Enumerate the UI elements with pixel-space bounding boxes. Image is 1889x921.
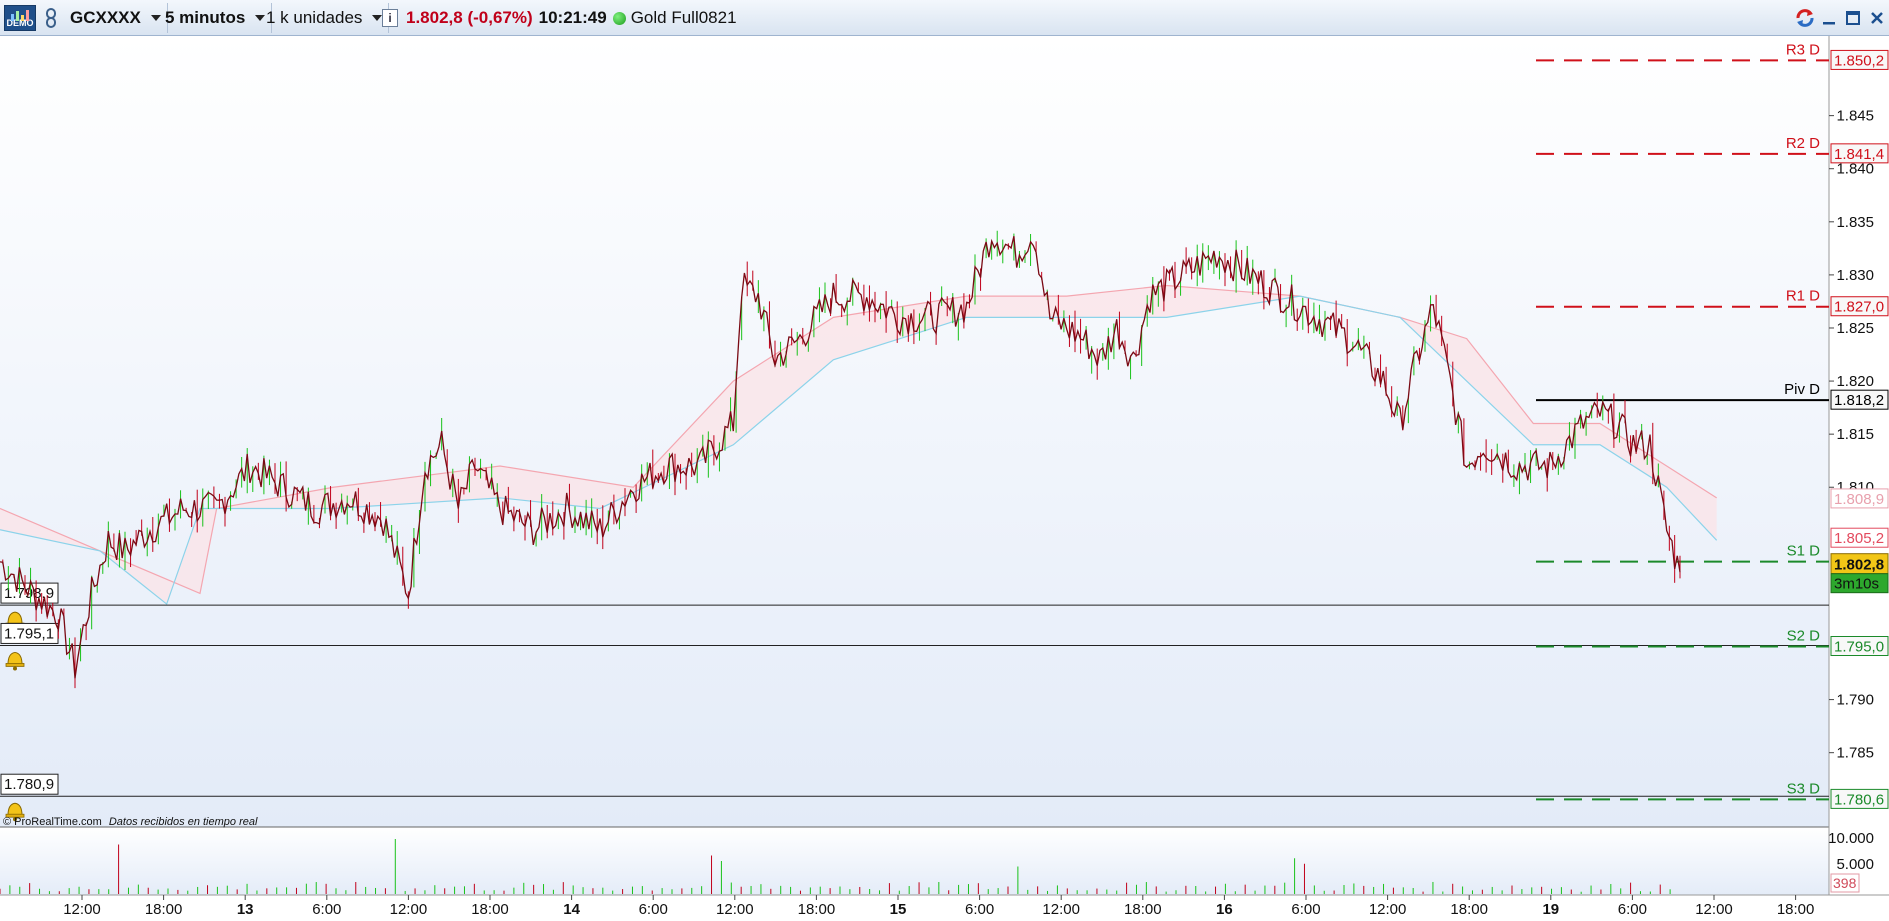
realtime-note: Datos recibidos en tiempo real xyxy=(109,816,258,828)
time-tick-label: 6:00 xyxy=(639,901,668,918)
timeframe-label: 5 minutos xyxy=(165,8,246,27)
time-tick-label: 12:00 xyxy=(1695,901,1733,918)
price-tick-label: 1.820 xyxy=(1836,373,1874,390)
pivot-tag: 1.818,2 xyxy=(1834,392,1884,409)
current-price-label: 1.802,8 xyxy=(1834,557,1884,574)
volume-tick-label: 5.000 xyxy=(1836,856,1874,873)
time-tick-label: 18:00 xyxy=(1777,901,1815,918)
pivot-label: S1 D xyxy=(1787,543,1821,560)
symbol-selector[interactable]: GCXXXX xyxy=(64,3,168,33)
realtime-status-icon xyxy=(612,11,626,25)
units-label: 1 k unidades xyxy=(266,8,363,27)
time-tick-label: 12:00 xyxy=(63,901,101,918)
pivot-label: S2 D xyxy=(1787,628,1821,645)
chart-toolbar: DEMO GCXXXX 5 minutos 1 k unidades i 1.8… xyxy=(0,0,1889,36)
price-tick-label: 1.835 xyxy=(1836,214,1874,231)
link-icon[interactable] xyxy=(44,8,58,28)
quote-time: 10:21:49 xyxy=(538,8,607,27)
volume-tick-label: 10.000 xyxy=(1828,830,1874,847)
pivot-tag: 1.795,0 xyxy=(1834,639,1884,656)
time-tick-label: 6:00 xyxy=(1618,901,1647,918)
info-icon[interactable]: i xyxy=(382,9,398,27)
timeframe-selector[interactable]: 5 minutos xyxy=(159,3,273,33)
window-controls xyxy=(1793,4,1889,32)
bar-chart-icon xyxy=(11,10,29,21)
time-tick-label: 18:00 xyxy=(1124,901,1162,918)
time-tick-label: 18:00 xyxy=(471,901,509,918)
price-tick-label: 1.845 xyxy=(1836,108,1874,125)
copyright-label: © ProRealTime.com xyxy=(3,816,102,828)
time-tick-label: 12:00 xyxy=(1369,901,1407,918)
price-tick-label: 1.825 xyxy=(1836,320,1874,337)
price-tick-label: 1.815 xyxy=(1836,426,1874,443)
chart-area[interactable]: 1.798,9 1.795,1 1.780,9 R3 D 1.850,2 R2 D 1.8… xyxy=(0,36,1889,921)
alert-label: 1.780,9 xyxy=(4,776,54,793)
price-tick-label: 1.840 xyxy=(1836,161,1874,178)
time-tick-label: 6:00 xyxy=(1291,901,1320,918)
time-tick-label: 14 xyxy=(563,901,580,918)
price-tick-label: 1.830 xyxy=(1836,267,1874,284)
volume-background xyxy=(0,827,1829,895)
pivot-label: R1 D xyxy=(1786,288,1820,305)
close-icon[interactable] xyxy=(1865,6,1889,30)
pivot-label: Piv D xyxy=(1784,381,1820,398)
time-tick-label: 16 xyxy=(1216,901,1233,918)
instrument-name: Gold Full0821 xyxy=(630,8,737,27)
indicator-tag: 1.808,9 xyxy=(1834,491,1884,508)
price-tick-label: 1.785 xyxy=(1836,745,1874,762)
volume-current-label: 398 xyxy=(1833,875,1857,891)
price-chart[interactable]: 1.798,91.795,11.780,9 R3 D1.850,2R2 D1.8… xyxy=(0,36,1889,921)
time-tick-label: 12:00 xyxy=(716,901,754,918)
pivot-label: R3 D xyxy=(1786,41,1820,58)
last-price: 1.802,8 (-0,67%) xyxy=(406,8,533,27)
time-axis: 12:00 18:00 13 6:00 12:00 18:00 14 6:00 12:00 18:… xyxy=(63,895,1814,918)
refresh-icon[interactable] xyxy=(1793,6,1817,30)
units-selector[interactable]: 1 k unidades xyxy=(260,3,390,33)
time-tick-label: 6:00 xyxy=(965,901,994,918)
price-tick-label: 1.790 xyxy=(1836,692,1874,709)
pivot-tag: 1.827,0 xyxy=(1834,299,1884,316)
alert-label: 1.795,1 xyxy=(4,625,54,642)
time-tick-label: 15 xyxy=(890,901,907,918)
quote-bar: i 1.802,8 (-0,67%) 10:21:49 Gold Full082… xyxy=(376,3,743,33)
time-tick-label: 18:00 xyxy=(1450,901,1488,918)
countdown-label: 3m10s xyxy=(1834,576,1879,593)
symbol-label: GCXXXX xyxy=(70,8,141,27)
minimize-icon[interactable] xyxy=(1817,6,1841,30)
pivot-label: S3 D xyxy=(1787,780,1821,797)
pivot-tag: 1.850,2 xyxy=(1834,52,1884,69)
price-tags: 1.808,9 1.805,2 1.802,8 3m10s xyxy=(1830,488,1889,594)
time-tick-label: 18:00 xyxy=(798,901,836,918)
time-tick-label: 18:00 xyxy=(145,901,183,918)
pivot-label: R2 D xyxy=(1786,135,1820,152)
time-tick-label: 13 xyxy=(237,901,254,918)
copyright-text: © ProRealTime.com Datos recibidos en tie… xyxy=(3,816,258,828)
time-tick-label: 12:00 xyxy=(1042,901,1080,918)
time-tick-label: 6:00 xyxy=(312,901,341,918)
demo-badge: DEMO xyxy=(4,5,36,31)
pivot-tag: 1.780,6 xyxy=(1834,791,1884,808)
maximize-icon[interactable] xyxy=(1841,6,1865,30)
time-tick-label: 19 xyxy=(1542,901,1559,918)
time-tick-label: 12:00 xyxy=(390,901,428,918)
indicator-tag: 1.805,2 xyxy=(1834,530,1884,547)
